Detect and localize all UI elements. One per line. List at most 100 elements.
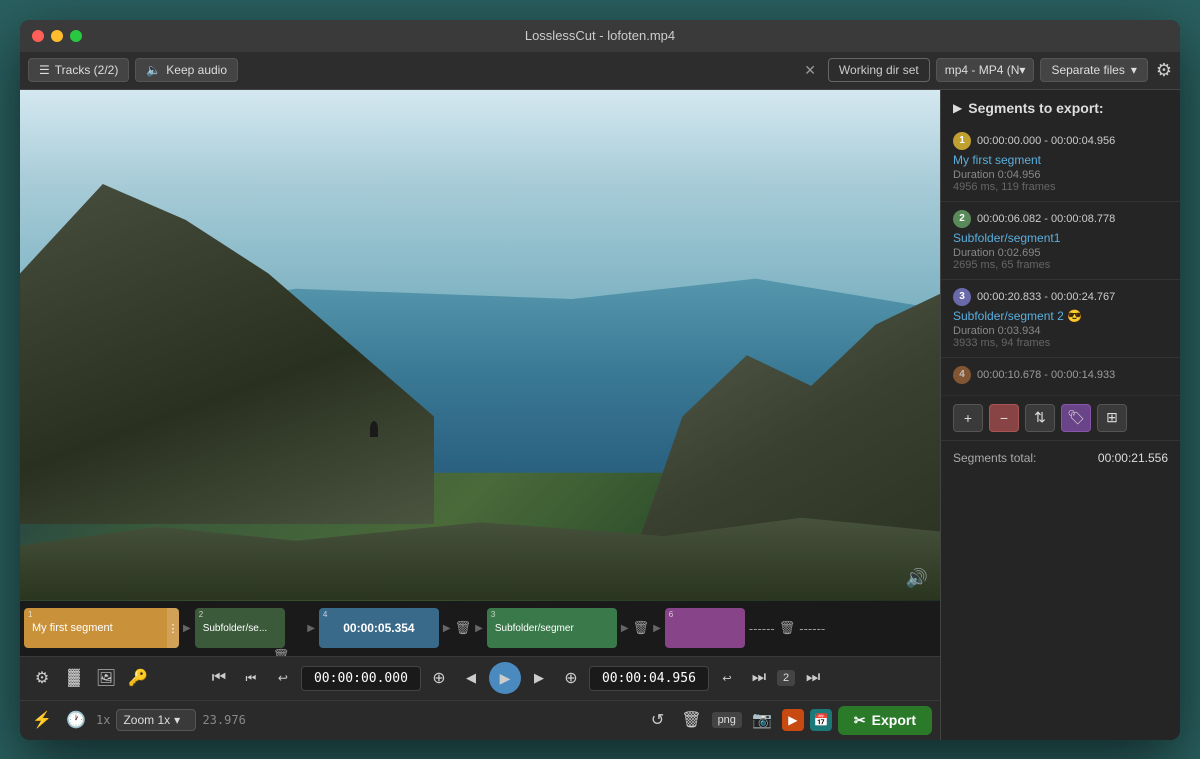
segment-handle-left-1[interactable]: ⋮ [167, 608, 179, 648]
segment-3-details: 3933 ms, 94 frames [953, 337, 1168, 349]
play-reverse-btn[interactable]: ◀ [457, 664, 485, 692]
controls-bar: ⚙ ▓ 🖼 🔑 ⏮ ⏮ ↩ 00:00:00.000 ⊕ ◀ ▶ ▶ ⊕ 00:… [20, 656, 940, 700]
audio-label: Keep audio [166, 63, 227, 77]
expand-icon: ▶ [953, 101, 962, 115]
format-badge: png [712, 712, 742, 728]
segments-title: Segments to export: [968, 100, 1103, 116]
play-forward-btn[interactable]: ▶ [525, 664, 553, 692]
set-end-key-btn[interactable]: ⊕ [557, 664, 585, 692]
next-keyframe-btn[interactable]: ⏭ [745, 664, 773, 692]
segments-header: ▶ Segments to export: [941, 90, 1180, 124]
history-btn[interactable]: ↺ [644, 706, 672, 734]
segment-2-name[interactable]: Subfolder/segment1 [953, 231, 1168, 245]
segment-number-3: 3 [491, 610, 495, 619]
segment-2-time: 00:00:06.082 - 00:00:08.778 [977, 213, 1115, 225]
timeline-segment-2[interactable]: 2 Subfolder/se... [195, 608, 285, 648]
export-button[interactable]: ✂ Export [838, 706, 932, 735]
remove-segment-btn[interactable]: − [989, 404, 1019, 432]
prev-frame-btn[interactable]: ⏮ [237, 664, 265, 692]
output-mode-dropdown[interactable]: Separate files ▾ [1040, 58, 1147, 82]
settings-icon-btn[interactable]: ⚙ [28, 664, 56, 692]
clock-btn[interactable]: 🕐 [62, 706, 90, 734]
add-segment-btn[interactable]: + [953, 404, 983, 432]
segments-panel: ▶ Segments to export: 1 00:00:00.000 - 0… [940, 90, 1180, 740]
skip-forward-btn[interactable]: ⏭ [799, 664, 827, 692]
waveform-btn[interactable]: ▓ [60, 664, 88, 692]
shuffle-btn[interactable]: ⚡ [28, 706, 56, 734]
segment-item-4[interactable]: 4 00:00:10.678 - 00:00:14.933 [941, 358, 1180, 396]
timeline-segment-4[interactable]: 4 00:00:05.354 [319, 608, 439, 648]
timeline-segment-1[interactable]: 1 My first segment ⋮ [24, 608, 179, 648]
trash-btn[interactable]: 🗑 [678, 706, 706, 734]
segment-item-1[interactable]: 1 00:00:00.000 - 00:00:04.956 My first s… [941, 124, 1180, 202]
audio-button[interactable]: 🔈 Keep audio [135, 58, 238, 82]
segment-1-name[interactable]: My first segment [953, 153, 1168, 167]
calendar-btn[interactable]: 📅 [810, 709, 832, 731]
output-mode-label: Separate files [1051, 63, 1124, 77]
traffic-lights [32, 30, 82, 42]
key-btn[interactable]: 🔑 [124, 664, 152, 692]
end-time-display: 00:00:04.956 [589, 666, 709, 691]
tag-segment-btn[interactable]: 🏷 [1061, 404, 1091, 432]
total-label: Segments total: [953, 451, 1036, 465]
figure [370, 421, 378, 437]
segment-2-duration: Duration 0:02.695 [953, 247, 1168, 259]
x-icon: ✕ [804, 62, 816, 78]
play-button[interactable]: ▶ [489, 662, 521, 694]
gear-icon: ⚙ [1156, 60, 1172, 80]
segment-4-header: 4 00:00:10.678 - 00:00:14.933 [953, 366, 1168, 384]
clear-button[interactable]: ✕ [798, 60, 822, 81]
settings-button[interactable]: ⚙ [1156, 60, 1172, 81]
segment-item-2[interactable]: 2 00:00:06.082 - 00:00:08.778 Subfolder/… [941, 202, 1180, 280]
segment-number-1: 1 [28, 610, 32, 619]
speed-label: 1x [96, 713, 110, 727]
maximize-button[interactable] [70, 30, 82, 42]
camera-btn[interactable]: 📷 [748, 706, 776, 734]
format-dropdown[interactable]: mp4 - MP4 (N▾ [936, 58, 1035, 82]
skip-back-btn[interactable]: ⏮ [205, 664, 233, 692]
segment-badge-1: 1 [953, 132, 971, 150]
working-dir-badge[interactable]: Working dir set [828, 58, 930, 82]
snapshot-btn[interactable]: 🖼 [92, 664, 120, 692]
zoom-selector[interactable]: Zoom 1x ▾ [116, 709, 196, 731]
sort-segments-btn[interactable]: ⇅ [1025, 404, 1055, 432]
chevron-down-icon: ▾ [1131, 63, 1137, 77]
delete-segment-2[interactable]: 🗑 [273, 648, 290, 656]
storyboard-btn[interactable]: ▶ [782, 709, 804, 731]
delete-segment-3[interactable]: 🗑 [633, 620, 650, 636]
close-button[interactable] [32, 30, 44, 42]
delete-segment-4[interactable]: 🗑 [455, 620, 472, 636]
segment-1-details: 4956 ms, 119 frames [953, 181, 1168, 193]
segment-badge-3: 3 [953, 288, 971, 306]
segment-4-time: 00:00:10.678 - 00:00:14.933 [977, 369, 1115, 381]
set-start-key-btn[interactable]: ⊕ [425, 664, 453, 692]
volume-icon: 🔊 [906, 568, 928, 589]
minimize-button[interactable] [51, 30, 63, 42]
tracks-button[interactable]: ☰ Tracks (2/2) [28, 58, 129, 82]
main-area: 🔊 1 My first segment ⋮ ▶ 2 Subfolder/se.… [20, 90, 1180, 740]
landscape [20, 90, 940, 601]
segment-label-2: Subfolder/se... [203, 623, 267, 634]
total-value: 00:00:21.556 [1098, 451, 1168, 465]
split-segment-btn[interactable]: ⊞ [1097, 404, 1127, 432]
hamburger-icon: ☰ [39, 63, 50, 77]
segment-badge: 2 [777, 670, 795, 686]
bottom-bar: ⚡ 🕐 1x Zoom 1x ▾ 23.976 ↺ 🗑 png 📷 ▶ 📅 ✂ … [20, 700, 940, 740]
segment-3-header: 3 00:00:20.833 - 00:00:24.767 [953, 288, 1168, 306]
current-time-display: 00:00:00.000 [301, 666, 421, 691]
segment-3-name[interactable]: Subfolder/segment 2 😎 [953, 309, 1168, 323]
mark-end-btn[interactable]: ↩ [713, 664, 741, 692]
segment-number-6: 6 [669, 610, 673, 619]
delete-segment-6[interactable]: 🗑 [779, 620, 796, 636]
format-label: mp4 - MP4 (N▾ [945, 63, 1026, 77]
segments-total: Segments total: 00:00:21.556 [941, 441, 1180, 475]
segment-time-4: 00:00:05.354 [343, 621, 414, 635]
timeline-segment-3[interactable]: 3 Subfolder/segmer [487, 608, 617, 648]
video-background: 🔊 [20, 90, 940, 601]
segment-item-3[interactable]: 3 00:00:20.833 - 00:00:24.767 Subfolder/… [941, 280, 1180, 358]
segment-2-details: 2695 ms, 65 frames [953, 259, 1168, 271]
segment-label-1: My first segment [32, 622, 113, 634]
segment-1-duration: Duration 0:04.956 [953, 169, 1168, 181]
timeline-segment-6[interactable]: 6 [665, 608, 745, 648]
prev-keyframe-btn[interactable]: ↩ [269, 664, 297, 692]
